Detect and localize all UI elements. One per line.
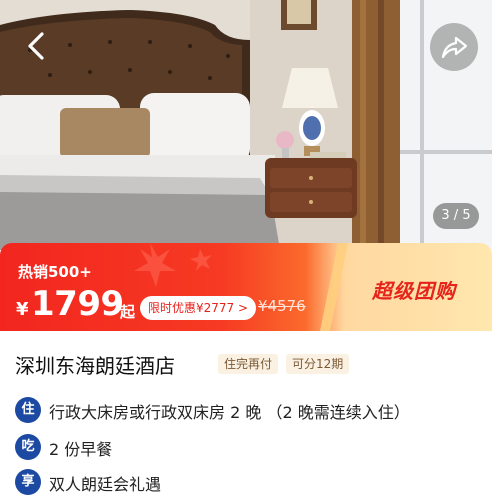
perk-badge-icon: 享 [15,469,41,495]
photo-counter: 3 / 5 [433,203,479,229]
super-group-buy-label: 超级团购 [372,279,456,303]
chevron-left-icon [28,32,44,60]
hotel-photo-gallery[interactable]: 3 / 5 [0,0,492,250]
breakfast-description: 2 份早餐 [49,440,113,459]
hotel-name: 深圳东海朗廷酒店 [15,354,175,378]
original-price: ¥4576 [258,297,306,315]
hotel-room-photo [0,0,492,250]
perk-description: 双人朗廷会礼遇 [49,475,162,494]
limited-offer-button[interactable]: 限时优惠¥2777 > [140,296,257,320]
group-buy-price-banner: 热销500+ ¥ 1799 起 限时优惠¥2777 > ¥4576 超级团购 [0,243,492,331]
food-badge-icon: 吃 [15,434,41,460]
pay-after-stay-tag: 住完再付 [218,354,279,374]
current-price: 1799 [31,284,124,324]
room-description: 行政大床房或行政双床房 2 晚 （2 晚需连续入住） [49,403,410,422]
currency-symbol: ¥ [16,299,29,320]
price-suffix: 起 [120,303,136,321]
share-button[interactable] [430,23,478,71]
room-badge-icon: 住 [15,397,41,423]
back-button[interactable] [20,28,56,64]
installment-tag: 可分12期 [286,354,350,374]
share-icon [441,36,468,59]
sales-count-label: 热销500+ [18,263,92,281]
